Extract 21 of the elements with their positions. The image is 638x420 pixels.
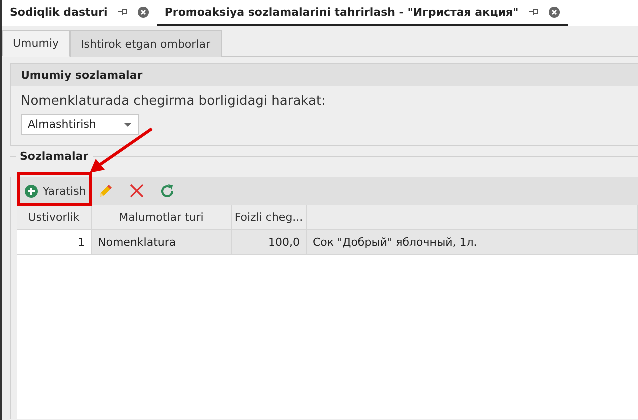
table-cell: Сок "Добрый" яблочный, 1л. — [307, 230, 638, 255]
column-header[interactable]: Foizli cheg... — [232, 205, 307, 230]
close-icon[interactable] — [138, 6, 149, 18]
section-title: Sozlamalar — [16, 150, 93, 163]
table-cell: 100,0 — [232, 230, 307, 255]
table-cell: Nomenklatura — [92, 230, 232, 255]
pin-icon[interactable] — [528, 8, 539, 16]
column-header[interactable]: Ustivorlik — [17, 205, 92, 230]
column-header[interactable]: Malumotlar turi — [92, 205, 232, 230]
delete-icon[interactable] — [130, 184, 144, 198]
plus-icon — [25, 184, 38, 198]
action-dropdown[interactable]: Almashtirish — [21, 114, 139, 135]
tab[interactable]: Umumiy — [2, 30, 70, 57]
create-button[interactable]: Yaratish — [19, 179, 92, 203]
refresh-icon[interactable] — [160, 184, 176, 198]
pin-icon[interactable] — [118, 8, 128, 16]
panel-title: Umumiy sozlamalar — [11, 64, 638, 86]
pencil-icon[interactable] — [98, 183, 114, 199]
field-label: Nomenklaturada chegirma borligidagi harakat: — [21, 94, 327, 109]
close-icon[interactable] — [548, 6, 560, 18]
tab[interactable]: Ishtirok etgan omborlar — [70, 30, 222, 57]
